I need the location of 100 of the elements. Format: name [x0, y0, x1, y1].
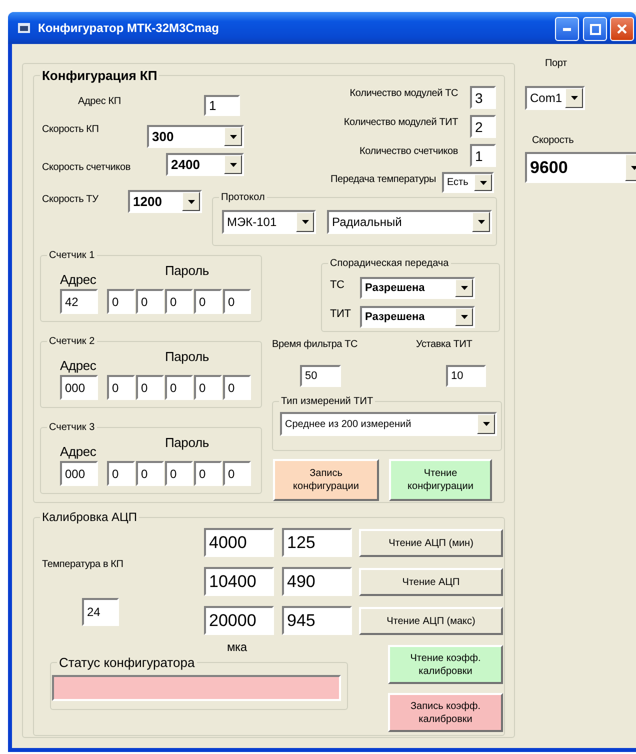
- input-field[interactable]: 0: [165, 375, 193, 400]
- input-field[interactable]: 945: [282, 606, 352, 635]
- input-field[interactable]: 0: [223, 375, 251, 400]
- input-field[interactable]: 490: [282, 567, 352, 596]
- input-field[interactable]: 0: [194, 461, 222, 486]
- input-field[interactable]: 20000: [204, 606, 274, 635]
- input-field[interactable]: 0: [107, 461, 135, 486]
- input-field[interactable]: 0: [223, 461, 251, 486]
- caret-icon: [630, 166, 636, 170]
- dropdown[interactable]: 1200: [128, 190, 202, 213]
- field-label: Адрес: [60, 358, 96, 373]
- close-icon: [617, 24, 627, 34]
- input-field[interactable]: 0: [107, 375, 135, 400]
- field-label: Количество счетчиков: [359, 146, 458, 157]
- caret-icon: [230, 134, 236, 138]
- field-label: Скорость счетчиков: [42, 162, 130, 173]
- field-label: ТИТ: [330, 308, 351, 320]
- input-field[interactable]: 0: [107, 289, 135, 314]
- dropdown[interactable]: 300: [147, 125, 244, 148]
- action-button[interactable]: Чтение конфигурации: [389, 459, 492, 501]
- minimize-button[interactable]: [555, 17, 579, 41]
- field-label: Температура в КП: [42, 559, 124, 570]
- input-field[interactable]: 1: [204, 95, 240, 116]
- field-label: Пароль: [165, 263, 209, 278]
- field-label: Порт: [545, 58, 567, 69]
- group-label: Конфигурация КП: [41, 68, 158, 83]
- input-field[interactable]: 0: [165, 461, 193, 486]
- field-label: Количество модулей ТС: [350, 88, 458, 99]
- maximize-button[interactable]: [583, 17, 607, 41]
- group-label: Протокол: [220, 192, 266, 203]
- dropdown[interactable]: Среднее из 200 измерений: [280, 412, 497, 436]
- action-button[interactable]: Запись конфигурации: [273, 459, 379, 501]
- input-field[interactable]: 2: [470, 115, 496, 138]
- app-icon: [18, 23, 30, 33]
- caret-icon: [478, 220, 484, 224]
- field-label: Пароль: [165, 435, 209, 450]
- field-label: Пароль: [165, 349, 209, 364]
- dropdown[interactable]: Есть: [442, 172, 494, 193]
- dropdown[interactable]: 9600: [525, 152, 636, 183]
- action-button[interactable]: Запись коэфф. калибровки: [388, 693, 503, 732]
- input-field[interactable]: 50: [300, 365, 341, 387]
- input-field[interactable]: 0: [165, 289, 193, 314]
- action-button[interactable]: Чтение коэфф. калибровки: [388, 645, 503, 684]
- status-field[interactable]: [52, 675, 341, 701]
- input-field[interactable]: 0: [194, 375, 222, 400]
- dropdown[interactable]: Разрешена: [360, 277, 475, 299]
- input-field[interactable]: 0: [136, 461, 164, 486]
- input-field[interactable]: 24: [82, 598, 119, 626]
- input-field[interactable]: 0: [136, 375, 164, 400]
- input-field[interactable]: 0: [223, 289, 251, 314]
- dropdown[interactable]: МЭК-101: [222, 210, 316, 234]
- read-button[interactable]: Чтение АЦП (макс): [359, 607, 503, 635]
- field-label: мка: [227, 640, 247, 654]
- input-field[interactable]: 125: [282, 528, 352, 557]
- minimize-icon: [563, 28, 571, 30]
- input-field[interactable]: 0: [136, 289, 164, 314]
- input-field[interactable]: 1: [470, 144, 496, 167]
- dropdown[interactable]: Разрешена: [360, 306, 475, 328]
- maximize-icon: [590, 24, 600, 34]
- field-label: Адрес: [60, 272, 96, 287]
- field-label: Время фильтра ТС: [272, 339, 358, 350]
- field-label: Адрес: [60, 444, 96, 459]
- field-label: ТС: [330, 279, 344, 291]
- caret-icon: [460, 315, 468, 319]
- field-label: Скорость ТУ: [42, 194, 98, 205]
- field-label: Количество модулей ТИТ: [344, 117, 458, 128]
- group-label: Счетчик 2: [48, 336, 96, 347]
- field-label: Передача температуры: [330, 174, 436, 185]
- input-field[interactable]: 4000: [204, 528, 274, 557]
- group-label: Тип измерений ТИТ: [280, 396, 374, 407]
- group-label: Калибровка АЦП: [41, 510, 138, 524]
- caret-icon: [480, 180, 486, 184]
- field-label: Скорость: [532, 135, 574, 146]
- input-field[interactable]: 000: [60, 375, 98, 400]
- caret-icon: [570, 96, 578, 100]
- input-field[interactable]: 000: [60, 461, 98, 486]
- caret-icon: [302, 220, 308, 224]
- field-label: Адрес КП: [78, 96, 121, 107]
- caret-icon: [188, 200, 194, 204]
- dropdown[interactable]: Радиальный: [327, 210, 492, 234]
- input-field[interactable]: 10400: [204, 567, 274, 596]
- group-label: Счетчик 3: [48, 422, 96, 433]
- field-label: Скорость КП: [42, 124, 99, 135]
- group-label: Счетчик 1: [48, 250, 96, 261]
- caret-icon: [230, 162, 236, 166]
- caret-icon: [460, 286, 468, 290]
- group-label: Спорадическая передача: [329, 258, 450, 269]
- input-field[interactable]: 0: [194, 289, 222, 314]
- group-label: Статус конфигуратора: [58, 655, 196, 670]
- close-button[interactable]: [610, 17, 634, 41]
- dropdown[interactable]: Com1: [525, 86, 585, 110]
- dropdown[interactable]: 2400: [166, 153, 244, 176]
- input-field[interactable]: 10: [446, 365, 486, 387]
- input-field[interactable]: 3: [470, 86, 496, 109]
- input-field[interactable]: 42: [60, 289, 98, 314]
- read-button[interactable]: Чтение АЦП: [359, 568, 503, 596]
- caret-icon: [482, 422, 490, 426]
- field-label: Уставка ТИТ: [416, 339, 472, 350]
- read-button[interactable]: Чтение АЦП (мин): [359, 529, 503, 557]
- window-title: Конфигуратор МТК-32М3Cmag: [38, 21, 220, 35]
